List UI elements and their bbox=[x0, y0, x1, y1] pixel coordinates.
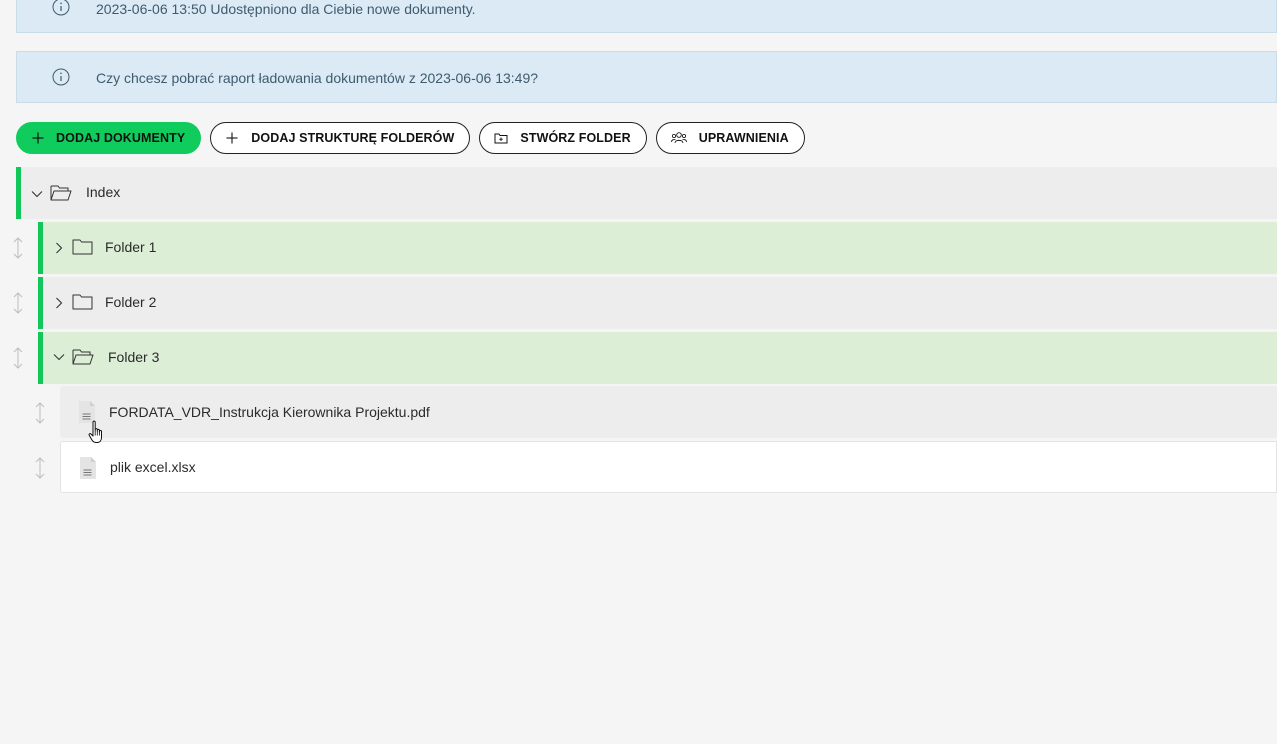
tree-row-label: Folder 1 bbox=[105, 239, 157, 255]
toolbar: DODAJ DOKUMENTY DODAJ STRUKTURĘ FOLDERÓW… bbox=[16, 122, 805, 154]
add-folder-structure-label: DODAJ STRUKTURĘ FOLDERÓW bbox=[251, 131, 455, 145]
file-icon bbox=[80, 457, 96, 479]
folder-plus-icon bbox=[494, 133, 508, 144]
row-accent-bar bbox=[38, 332, 43, 384]
drag-handle-icon[interactable] bbox=[12, 346, 24, 370]
tree-row-label: Folder 3 bbox=[108, 349, 160, 365]
file-name[interactable]: FORDATA_VDR_Instrukcja Kierownika Projek… bbox=[109, 404, 430, 420]
tree-row-folder[interactable]: Folder 2 bbox=[38, 277, 1277, 329]
drag-handle-icon[interactable] bbox=[12, 236, 24, 260]
info-icon bbox=[52, 68, 70, 86]
row-accent-bar bbox=[38, 277, 43, 329]
file-name[interactable]: plik excel.xlsx bbox=[110, 459, 196, 475]
row-accent-bar bbox=[16, 167, 21, 219]
tree-row-folder[interactable]: Folder 3 bbox=[38, 332, 1277, 384]
drag-handle-icon[interactable] bbox=[12, 291, 24, 315]
hand-cursor-icon bbox=[88, 420, 102, 443]
users-icon bbox=[670, 132, 687, 144]
chevron-down-icon[interactable] bbox=[53, 351, 65, 363]
chevron-down-icon[interactable] bbox=[31, 188, 43, 200]
folder-icon bbox=[72, 294, 93, 310]
report-download-banner[interactable]: Czy chcesz pobrać raport ładowania dokum… bbox=[16, 51, 1277, 103]
notice-text: 2023-06-06 13:50 Udostępniono dla Ciebie… bbox=[96, 1, 476, 17]
drag-handle-icon[interactable] bbox=[34, 401, 46, 425]
create-folder-label: STWÓRZ FOLDER bbox=[520, 131, 631, 145]
tree-row-label: Index bbox=[86, 184, 121, 200]
chevron-right-icon[interactable] bbox=[53, 242, 65, 254]
tree-row-file[interactable]: FORDATA_VDR_Instrukcja Kierownika Projek… bbox=[60, 386, 1277, 438]
add-folder-structure-button[interactable]: DODAJ STRUKTURĘ FOLDERÓW bbox=[210, 122, 471, 154]
info-icon bbox=[52, 0, 70, 16]
tree-row-label: Folder 2 bbox=[105, 294, 157, 310]
tree-row-index[interactable]: Index bbox=[16, 167, 1277, 219]
tree-row-folder[interactable]: Folder 1 bbox=[38, 222, 1277, 274]
add-documents-label: DODAJ DOKUMENTY bbox=[56, 131, 186, 145]
notification-banner: 2023-06-06 13:50 Udostępniono dla Ciebie… bbox=[16, 0, 1277, 33]
row-accent-bar bbox=[38, 222, 43, 274]
plus-icon bbox=[32, 132, 44, 144]
plus-icon bbox=[226, 132, 238, 144]
chevron-right-icon[interactable] bbox=[53, 297, 65, 309]
create-folder-button[interactable]: STWÓRZ FOLDER bbox=[479, 122, 647, 154]
permissions-label: UPRAWNIENIA bbox=[698, 131, 789, 145]
add-documents-button[interactable]: DODAJ DOKUMENTY bbox=[16, 122, 202, 154]
drag-handle-icon[interactable] bbox=[34, 456, 46, 480]
folder-open-icon bbox=[50, 185, 72, 201]
notice-text[interactable]: Czy chcesz pobrać raport ładowania dokum… bbox=[96, 70, 538, 86]
folder-open-icon bbox=[72, 349, 94, 365]
tree-row-file[interactable]: plik excel.xlsx bbox=[60, 441, 1277, 493]
folder-icon bbox=[72, 239, 93, 255]
page: 2023-06-06 13:50 Udostępniono dla Ciebie… bbox=[0, 0, 1277, 744]
permissions-button[interactable]: UPRAWNIENIA bbox=[655, 122, 805, 154]
